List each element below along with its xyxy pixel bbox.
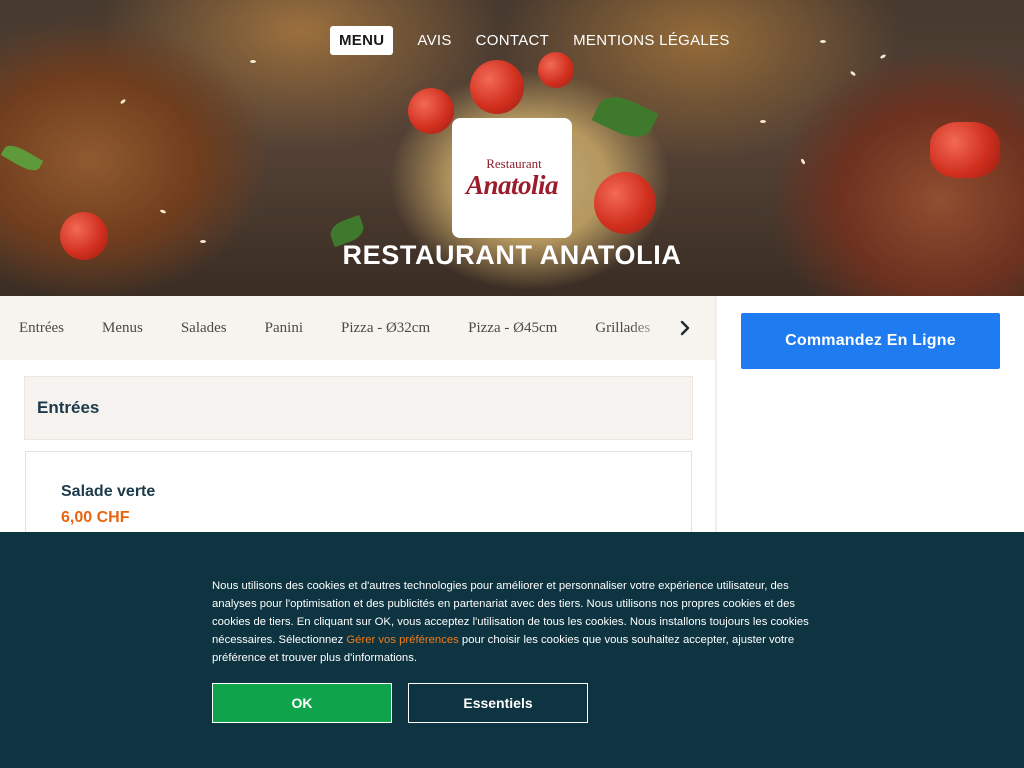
sesame-decoration [849, 70, 857, 77]
sesame-decoration [760, 120, 766, 123]
sesame-decoration [879, 53, 887, 60]
restaurant-title: RESTAURANT ANATOLIA [342, 240, 682, 270]
sesame-decoration [250, 60, 256, 63]
dish-name: Salade verte [61, 483, 156, 500]
nav-item-menu[interactable]: MENU [330, 26, 394, 55]
tomato-decoration [930, 122, 1000, 178]
sesame-decoration [159, 209, 167, 214]
category-tab-panini[interactable]: Panini [246, 320, 322, 337]
cookie-message: Nous utilisons des cookies et d'autres t… [212, 577, 812, 667]
nav-item-mentions-legales[interactable]: MENTIONS LÉGALES [561, 26, 742, 55]
herb-decoration [0, 141, 44, 175]
hero-banner: MENU AVIS CONTACT MENTIONS LÉGALES Resta… [0, 0, 1024, 296]
category-tab-pizza-32[interactable]: Pizza - Ø32cm [322, 320, 449, 337]
category-list: Entrées Menus Salades Panini Pizza - Ø32… [0, 296, 654, 360]
nav-item-contact[interactable]: CONTACT [464, 26, 561, 55]
dish-price: 6,00 CHF [61, 509, 130, 526]
tomato-decoration [538, 52, 574, 88]
sesame-decoration [820, 40, 826, 43]
cookie-banner: Nous utilisons des cookies et d'autres t… [0, 532, 1024, 768]
category-next-button[interactable] [670, 312, 700, 344]
sesame-decoration [800, 158, 806, 165]
category-tab-entrees[interactable]: Entrées [0, 320, 83, 337]
column-divider [715, 296, 717, 536]
logo-text-big: Anatolia [465, 170, 559, 200]
tomato-decoration [594, 172, 656, 234]
logo-text-small: Restaurant [486, 156, 542, 171]
section-title: Entrées [37, 398, 100, 417]
basil-decoration [591, 89, 659, 145]
order-online-button[interactable]: Commandez En Ligne [741, 313, 1000, 369]
cookie-essentials-button[interactable]: Essentiels [408, 683, 588, 723]
category-tab-menus[interactable]: Menus [83, 320, 162, 337]
nav-item-avis[interactable]: AVIS [405, 26, 463, 55]
category-tab-salades[interactable]: Salades [162, 320, 246, 337]
sesame-decoration [119, 98, 127, 105]
category-fade [630, 296, 670, 360]
cookie-ok-button[interactable]: OK [212, 683, 392, 723]
manage-preferences-link[interactable]: Gérer vos préférences [346, 634, 458, 646]
main-nav: MENU AVIS CONTACT MENTIONS LÉGALES [330, 26, 742, 55]
tomato-decoration [408, 88, 454, 134]
menu-section-header: Entrées [24, 376, 693, 440]
category-tab-pizza-45[interactable]: Pizza - Ø45cm [449, 320, 576, 337]
category-bar: Entrées Menus Salades Panini Pizza - Ø32… [0, 296, 716, 360]
chevron-right-icon [680, 320, 690, 336]
restaurant-logo: Restaurant Anatolia [452, 118, 572, 238]
tomato-decoration [470, 60, 524, 114]
